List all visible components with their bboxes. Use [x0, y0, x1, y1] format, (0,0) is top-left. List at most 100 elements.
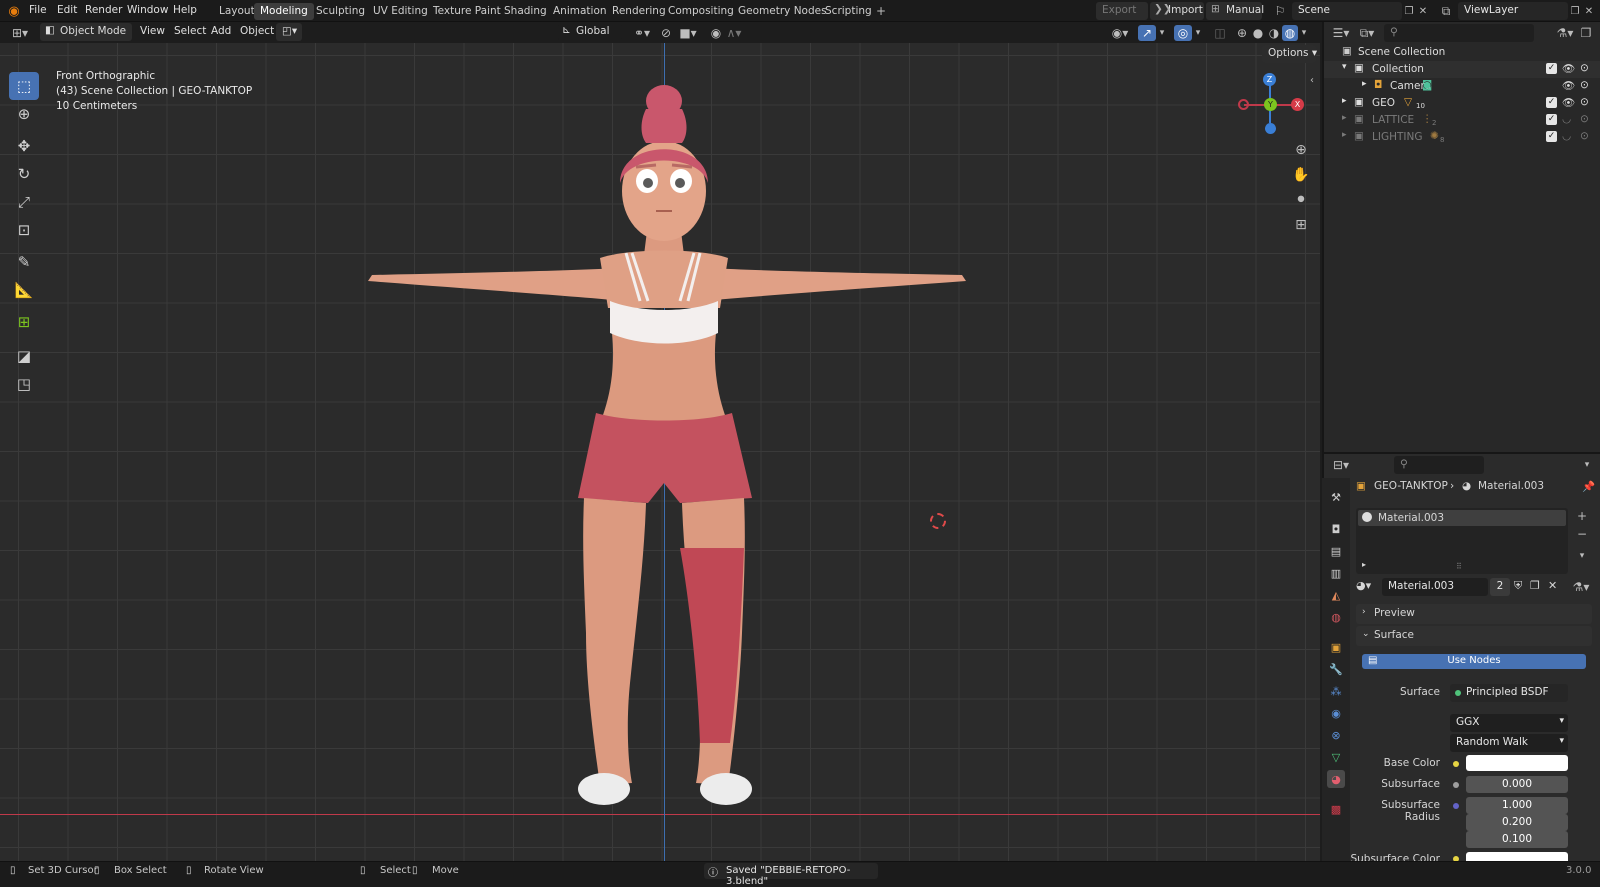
close-view-layer-icon[interactable]: ✕ [1582, 3, 1596, 19]
unlink-material-icon[interactable]: ✕ [1548, 579, 1557, 592]
subsurface-socket-icon[interactable] [1453, 782, 1459, 788]
material-name-field[interactable]: Material.003 [1382, 578, 1488, 596]
outliner-row-geo[interactable]: ▸ ▣ GEO ▽ 10 ✓ 👁 ⊙ [1324, 95, 1600, 112]
new-view-layer-icon[interactable]: ❐ [1568, 3, 1582, 19]
subsurface-radius-z-field[interactable]: 0.100 [1466, 831, 1568, 848]
tool-tab-icon[interactable]: ⚒ [1327, 488, 1345, 506]
menu-help[interactable]: Help [173, 4, 197, 16]
gizmo-y-axis[interactable]: Y [1264, 98, 1277, 111]
view-layer-tab-icon[interactable]: ▥ [1327, 564, 1345, 582]
menu-window[interactable]: Window [127, 4, 168, 16]
subsurface-value-field[interactable]: 0.000 [1466, 776, 1568, 793]
properties-search-input[interactable]: ⚲ [1394, 456, 1484, 474]
preview-panel-header[interactable]: › Preview [1356, 604, 1592, 624]
menu-object[interactable]: Object [240, 25, 274, 37]
snap-toggle-icon[interactable]: ⊘ [658, 25, 674, 41]
hidden-eye-icon[interactable]: ◡ [1562, 130, 1571, 142]
exclude-checkbox[interactable]: ✓ [1546, 114, 1557, 125]
view-layer-selector[interactable]: ViewLayer [1458, 2, 1568, 20]
remove-slot-icon[interactable]: − [1575, 526, 1589, 542]
xray-toggle-icon[interactable]: ◫ [1212, 25, 1228, 41]
character-model[interactable] [0, 43, 1320, 861]
render-camera-icon[interactable]: ⊙ [1580, 130, 1589, 142]
cursor-tool-icon[interactable]: ⊕ [9, 100, 39, 128]
surface-panel-header[interactable]: ⌄ Surface [1356, 626, 1592, 646]
subsurface-radius-socket-icon[interactable] [1453, 803, 1459, 809]
link-options-icon[interactable]: ⚗▾ [1570, 579, 1592, 595]
options-dropdown[interactable]: Options ▾ [1262, 45, 1317, 63]
scene-icon[interactable]: ⚐ [1272, 3, 1288, 19]
filter-icon[interactable]: ⚗▾ [1554, 25, 1576, 41]
base-color-swatch[interactable] [1466, 755, 1568, 771]
user-count[interactable]: 2 [1490, 578, 1510, 596]
export-button[interactable]: Export [1096, 2, 1148, 20]
constraints-tab-icon[interactable]: ⊗ [1327, 726, 1345, 744]
outliner-search-input[interactable]: ⚲ [1384, 24, 1534, 42]
move-tool-icon[interactable]: ✥ [9, 132, 39, 160]
render-camera-icon[interactable]: ⊙ [1580, 96, 1589, 108]
outliner-row-lattice[interactable]: ▸ ▣ LATTICE ⋮ 2 ✓ ◡ ⊙ [1324, 112, 1600, 129]
gizmo-dropdown-icon[interactable]: ▾ [1156, 25, 1168, 41]
subsurface-color-swatch[interactable] [1466, 852, 1568, 861]
browse-material-icon[interactable]: ◕▾ [1356, 579, 1371, 592]
ortho-toggle-icon[interactable]: ⊞ [1290, 214, 1312, 236]
data-tab-icon[interactable]: ▽ [1327, 748, 1345, 766]
render-camera-icon[interactable]: ⊙ [1580, 79, 1589, 91]
material-tab-icon[interactable]: ◕ [1327, 770, 1345, 788]
overlay-dropdown-icon[interactable]: ▾ [1192, 25, 1204, 41]
gizmo-x-axis[interactable]: X [1291, 98, 1304, 111]
outliner-editor-icon[interactable]: ☰▾ [1330, 25, 1352, 41]
hidden-eye-icon[interactable]: ◡ [1562, 113, 1571, 125]
transform-tool-icon[interactable]: ⊡ [9, 216, 39, 244]
camera-view-icon[interactable]: ⚫ [1290, 189, 1312, 211]
duplicate-material-icon[interactable]: ❐ [1530, 579, 1540, 592]
sidebar-toggle-icon[interactable]: ‹ [1306, 73, 1318, 87]
visibility-eye-icon[interactable]: 👁 [1562, 62, 1575, 75]
shading-dropdown-icon[interactable]: ▾ [1298, 25, 1310, 41]
snap-target-icon[interactable]: ■▾ [676, 25, 700, 41]
wireframe-shading-icon[interactable]: ⊕ [1234, 25, 1250, 41]
visibility-eye-icon[interactable]: 👁 [1562, 79, 1575, 92]
world-tab-icon[interactable]: ◍ [1327, 608, 1345, 626]
expand-arrow-icon[interactable]: ▸ [1362, 79, 1367, 89]
3d-viewport[interactable]: Z Y X ‹ ⊕ ✋ ⚫ ⊞ Options ▾ Front Orthogra… [0, 43, 1320, 861]
resize-handle-icon[interactable]: ⠿ [1456, 562, 1462, 571]
proportional-edit-icon[interactable]: ◉ [708, 25, 724, 41]
tab-texture-paint[interactable]: Texture Paint [427, 3, 507, 20]
visibility-eye-icon[interactable]: 👁 [1562, 96, 1575, 109]
scene-tab-icon[interactable]: ◭ [1327, 586, 1345, 604]
texture-tab-icon[interactable]: ▩ [1327, 800, 1345, 818]
output-tab-icon[interactable]: ▤ [1327, 542, 1345, 560]
zoom-icon[interactable]: ⊕ [1290, 139, 1312, 161]
rotate-tool-icon[interactable]: ↻ [9, 160, 39, 188]
exclude-checkbox[interactable]: ✓ [1546, 131, 1557, 142]
manual-button[interactable]: ⊞ Manual [1206, 2, 1264, 20]
base-color-socket-icon[interactable] [1453, 761, 1459, 767]
physics-tab-icon[interactable]: ◉ [1327, 704, 1345, 722]
pin-icon[interactable]: 📌 [1582, 480, 1595, 493]
add-cube-tool-icon[interactable]: ⊞ [9, 308, 39, 336]
gpencil-dropdown[interactable]: ◰▾ [276, 23, 302, 41]
tab-uv-editing[interactable]: UV Editing [367, 3, 434, 20]
properties-options-icon[interactable]: ▾ [1580, 457, 1594, 473]
subsurface-radius-x-field[interactable]: 1.000 [1466, 797, 1568, 814]
display-mode-icon[interactable]: ⧉▾ [1356, 25, 1378, 41]
exclude-checkbox[interactable]: ✓ [1546, 97, 1557, 108]
render-tab-icon[interactable]: ◘ [1327, 520, 1345, 538]
close-scene-icon[interactable]: ✕ [1416, 3, 1430, 19]
gizmo-neg-z-axis[interactable] [1265, 123, 1276, 134]
material-slot-row[interactable]: Material.003 [1358, 510, 1566, 526]
falloff-icon[interactable]: ∧▾ [724, 25, 744, 41]
3d-cursor-icon[interactable] [930, 513, 946, 529]
pan-hand-icon[interactable]: ✋ [1290, 164, 1312, 186]
fake-user-icon[interactable]: ⛨ [1514, 579, 1522, 593]
slot-expand-icon[interactable]: ▸ [1362, 560, 1366, 569]
visibility-filter-icon[interactable]: ◉▾ [1108, 25, 1132, 41]
mode-dropdown[interactable]: ◧ Object Mode [40, 23, 132, 41]
properties-editor-icon[interactable]: ⊟▾ [1330, 457, 1352, 473]
expand-arrow-icon[interactable]: ▸ [1342, 113, 1347, 123]
tab-sculpting[interactable]: Sculpting [310, 3, 371, 20]
menu-file[interactable]: File [29, 4, 47, 16]
render-camera-icon[interactable]: ⊙ [1580, 62, 1589, 74]
gizmo-z-axis[interactable]: Z [1263, 73, 1276, 86]
